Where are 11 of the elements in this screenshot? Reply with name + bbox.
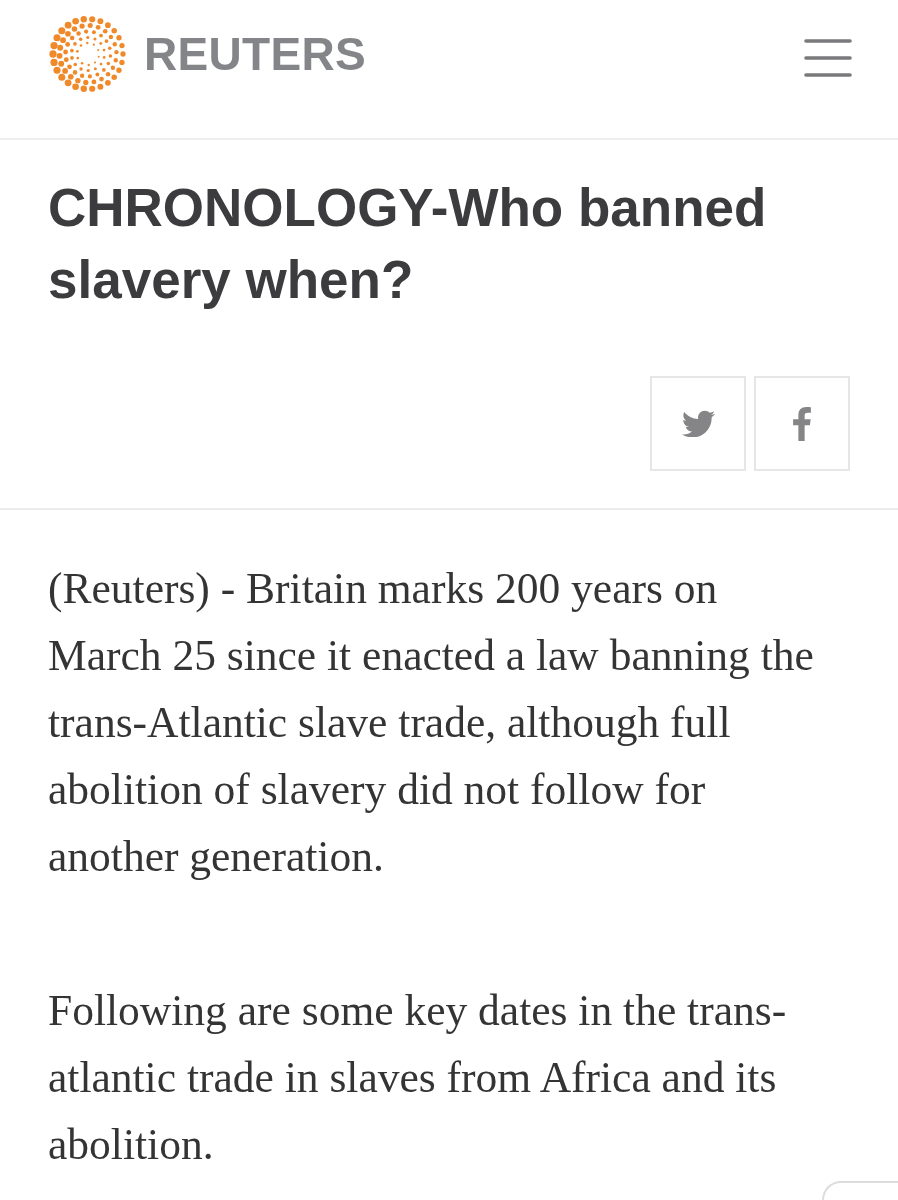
- share-button[interactable]: [650, 376, 746, 471]
- bird-icon: [681, 410, 715, 437]
- article-paragraph: Following are some key dates in the trans-atlantic trade in slaves from Africa and its abolition.: [48, 985, 788, 1170]
- share-button[interactable]: [754, 376, 850, 471]
- logo-icon: [49, 15, 127, 93]
- menu-button[interactable]: [804, 39, 852, 77]
- article-paragraph: (Reuters) - Britain marks 200 years on March 25 since it enacted a law banning the trans-Atlantic slave trade, although full abolition of slavery did not follow for another generation.: [48, 563, 815, 882]
- logo-wordmark: REUTERS: [144, 31, 366, 77]
- letter-f-icon: [793, 406, 811, 441]
- menu-icon: [804, 39, 852, 77]
- article-headline: CHRONOLOGY-Who banned slavery when?: [48, 177, 768, 311]
